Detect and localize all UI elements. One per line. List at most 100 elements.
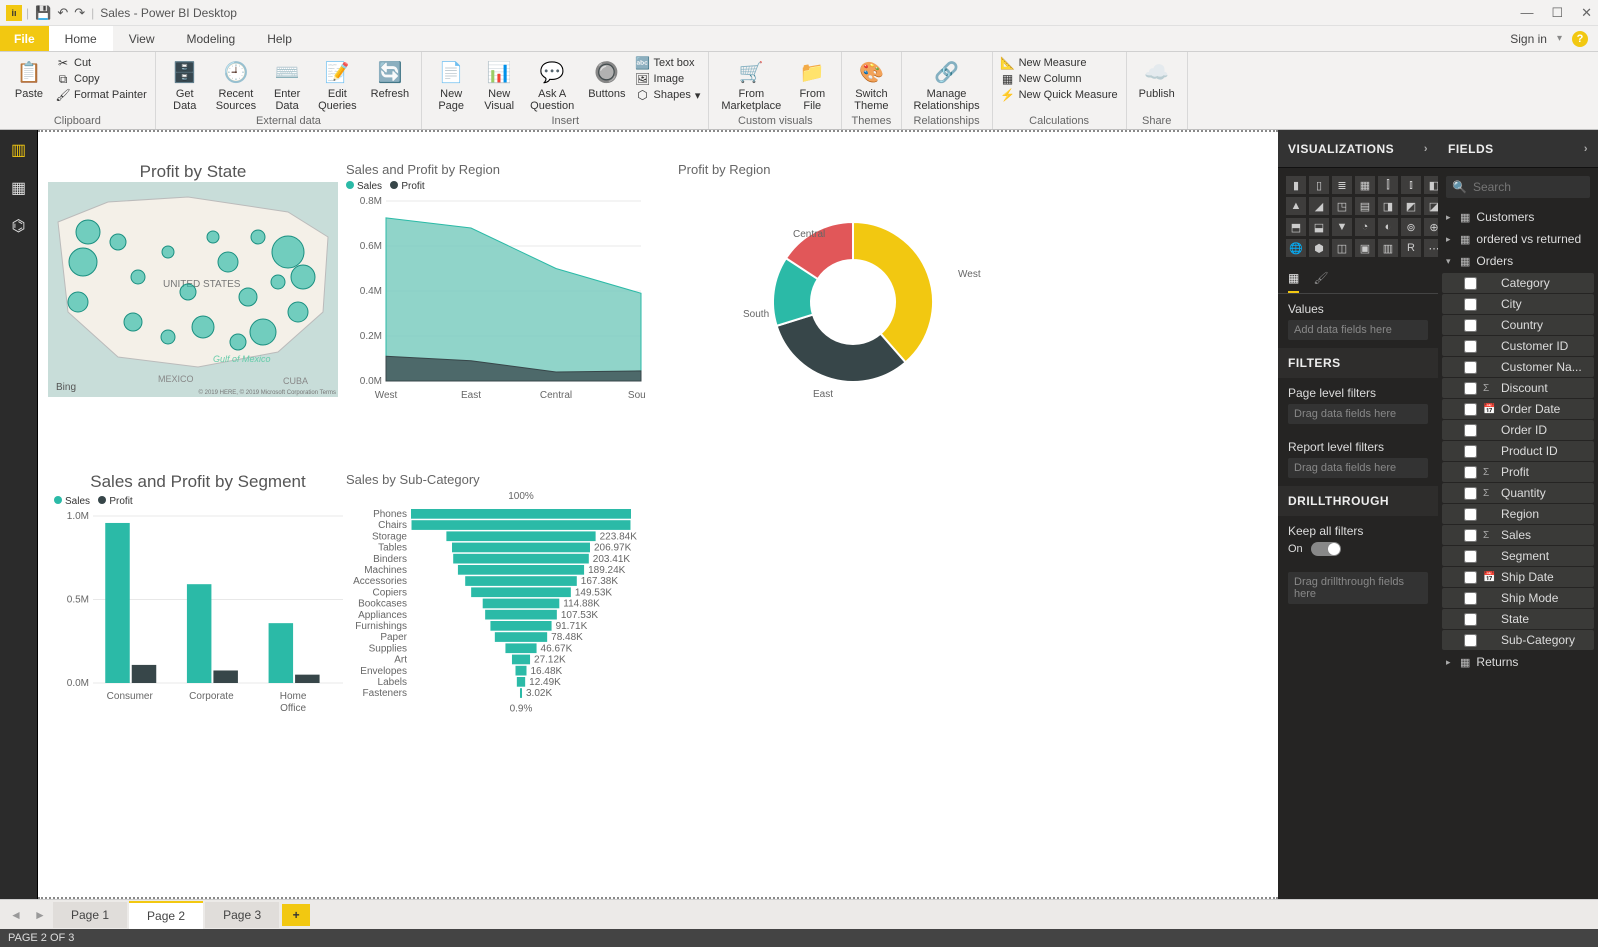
field-item[interactable]: State	[1442, 609, 1594, 629]
table-row[interactable]: ▸▦ordered vs returned	[1438, 228, 1598, 250]
new-visual-button[interactable]: 📊New Visual	[478, 56, 520, 114]
drillthrough-dropzone[interactable]: Drag drillthrough fields here	[1288, 572, 1428, 604]
minimize-button[interactable]: —	[1520, 5, 1533, 21]
field-item[interactable]: Customer ID	[1442, 336, 1594, 356]
add-page-button[interactable]: +	[282, 904, 310, 926]
report-canvas[interactable]: Profit by State UNITED STATES Gulf of Me…	[38, 130, 1278, 899]
field-checkbox[interactable]	[1464, 592, 1477, 605]
field-checkbox[interactable]	[1464, 613, 1477, 626]
publish-button[interactable]: ☁️Publish	[1135, 56, 1179, 102]
viz-type-icon[interactable]: ◳	[1332, 197, 1352, 215]
viz-type-icon[interactable]: ◔	[1355, 218, 1375, 236]
format-painter-button[interactable]: 🖌Format Painter	[56, 88, 147, 102]
tab-help[interactable]: Help	[251, 26, 308, 51]
viz-type-icon[interactable]: ▣	[1355, 239, 1375, 257]
tab-view[interactable]: View	[113, 26, 171, 51]
shapes-button[interactable]: ⬡Shapes ▾	[636, 88, 701, 102]
refresh-button[interactable]: 🔄Refresh	[367, 56, 414, 102]
recent-sources-button[interactable]: 🕘Recent Sources	[212, 56, 260, 114]
new-page-button[interactable]: 📄New Page	[430, 56, 472, 114]
help-icon[interactable]: ?	[1572, 31, 1588, 47]
tab-file[interactable]: File	[0, 26, 49, 51]
panel-header[interactable]: VISUALIZATIONS›	[1278, 130, 1438, 168]
field-item[interactable]: Segment	[1442, 546, 1594, 566]
get-data-button[interactable]: 🗄️Get Data	[164, 56, 206, 114]
cut-button[interactable]: ✂Cut	[56, 56, 147, 70]
field-item[interactable]: Country	[1442, 315, 1594, 335]
field-checkbox[interactable]	[1464, 487, 1477, 500]
viz-type-icon[interactable]: ▥	[1378, 239, 1398, 257]
page-tab-3[interactable]: Page 3	[205, 902, 279, 928]
viz-type-icon[interactable]: ◐	[1378, 218, 1398, 236]
viz-type-icon[interactable]: ◩	[1401, 197, 1421, 215]
viz-type-icon[interactable]: ▮	[1286, 176, 1306, 194]
tab-modeling[interactable]: Modeling	[170, 26, 251, 51]
table-row[interactable]: ▸▦Customers	[1438, 206, 1598, 228]
visual-bar[interactable]: Sales and Profit by Segment Sales Profit…	[48, 472, 348, 724]
field-item[interactable]: ΣQuantity	[1442, 483, 1594, 503]
viz-type-icon[interactable]: 🌐	[1286, 239, 1306, 257]
page-filters-dropzone[interactable]: Drag data fields here	[1288, 404, 1428, 424]
field-checkbox[interactable]	[1464, 298, 1477, 311]
field-checkbox[interactable]	[1464, 550, 1477, 563]
field-item[interactable]: 📅Order Date	[1442, 399, 1594, 419]
search-input[interactable]	[1473, 180, 1598, 194]
table-row[interactable]: ▾▦Orders	[1438, 250, 1598, 272]
viz-type-icon[interactable]: ⫿	[1378, 176, 1398, 194]
textbox-button[interactable]: 🔤Text box	[636, 56, 701, 70]
undo-icon[interactable]: ↶	[57, 5, 68, 21]
viz-type-icon[interactable]: ⬓	[1309, 218, 1329, 236]
viz-type-icon[interactable]: ⊚	[1401, 218, 1421, 236]
viz-type-icon[interactable]: ▦	[1355, 176, 1375, 194]
field-checkbox[interactable]	[1464, 403, 1477, 416]
tab-home[interactable]: Home	[49, 26, 113, 51]
field-item[interactable]: ΣDiscount	[1442, 378, 1594, 398]
maximize-button[interactable]: ☐	[1551, 5, 1563, 21]
edit-queries-button[interactable]: 📝Edit Queries	[314, 56, 361, 114]
field-item[interactable]: ΣProfit	[1442, 462, 1594, 482]
field-item[interactable]: Ship Mode	[1442, 588, 1594, 608]
ask-question-button[interactable]: 💬Ask A Question	[526, 56, 578, 114]
signin-link[interactable]: Sign in	[1510, 32, 1547, 46]
field-item[interactable]: ΣSales	[1442, 525, 1594, 545]
viz-type-icon[interactable]: ⫾	[1401, 176, 1421, 194]
data-view-button[interactable]: ▦	[7, 176, 31, 200]
new-measure-button[interactable]: 📐New Measure	[1001, 56, 1118, 70]
field-item[interactable]: Product ID	[1442, 441, 1594, 461]
chevron-down-icon[interactable]: ▾	[1557, 33, 1562, 44]
report-view-button[interactable]: ▥	[7, 138, 31, 162]
new-quick-measure-button[interactable]: ⚡New Quick Measure	[1001, 88, 1118, 102]
field-checkbox[interactable]	[1464, 445, 1477, 458]
field-item[interactable]: Region	[1442, 504, 1594, 524]
from-marketplace-button[interactable]: 🛒From Marketplace	[717, 56, 785, 114]
panel-header[interactable]: FIELDS›	[1438, 130, 1598, 168]
field-checkbox[interactable]	[1464, 382, 1477, 395]
table-row[interactable]: ▸▦Returns	[1438, 651, 1598, 673]
switch-theme-button[interactable]: 🎨Switch Theme	[850, 56, 892, 114]
viz-type-icon[interactable]: ⬒	[1286, 218, 1306, 236]
format-tab[interactable]: 🖌	[1313, 271, 1328, 293]
page-tab-1[interactable]: Page 1	[53, 902, 127, 928]
field-checkbox[interactable]	[1464, 277, 1477, 290]
image-button[interactable]: 🖼Image	[636, 72, 701, 86]
keep-filters-toggle[interactable]	[1311, 542, 1341, 556]
page-tab-2[interactable]: Page 2	[129, 901, 203, 929]
visual-map[interactable]: Profit by State UNITED STATES Gulf of Me…	[48, 162, 338, 400]
values-dropzone[interactable]: Add data fields here	[1288, 320, 1428, 340]
close-button[interactable]: ✕	[1581, 5, 1592, 21]
viz-type-icon[interactable]: ◨	[1378, 197, 1398, 215]
fields-search[interactable]: 🔍	[1446, 176, 1590, 198]
field-checkbox[interactable]	[1464, 361, 1477, 374]
paste-button[interactable]: 📋Paste	[8, 56, 50, 102]
viz-type-icon[interactable]: ▼	[1332, 218, 1352, 236]
page-prev[interactable]: ◄	[4, 908, 28, 922]
fields-tab[interactable]: ▦	[1288, 271, 1299, 293]
visual-funnel[interactable]: Sales by Sub-Category 100%PhonesChairsSt…	[346, 472, 686, 740]
visual-donut[interactable]: Profit by Region CentralWestSouthEast	[678, 162, 1008, 420]
from-file-button[interactable]: 📁From File	[791, 56, 833, 114]
viz-type-icon[interactable]: ◫	[1332, 239, 1352, 257]
field-checkbox[interactable]	[1464, 529, 1477, 542]
field-item[interactable]: Customer Na...	[1442, 357, 1594, 377]
page-next[interactable]: ►	[28, 908, 52, 922]
report-filters-dropzone[interactable]: Drag data fields here	[1288, 458, 1428, 478]
